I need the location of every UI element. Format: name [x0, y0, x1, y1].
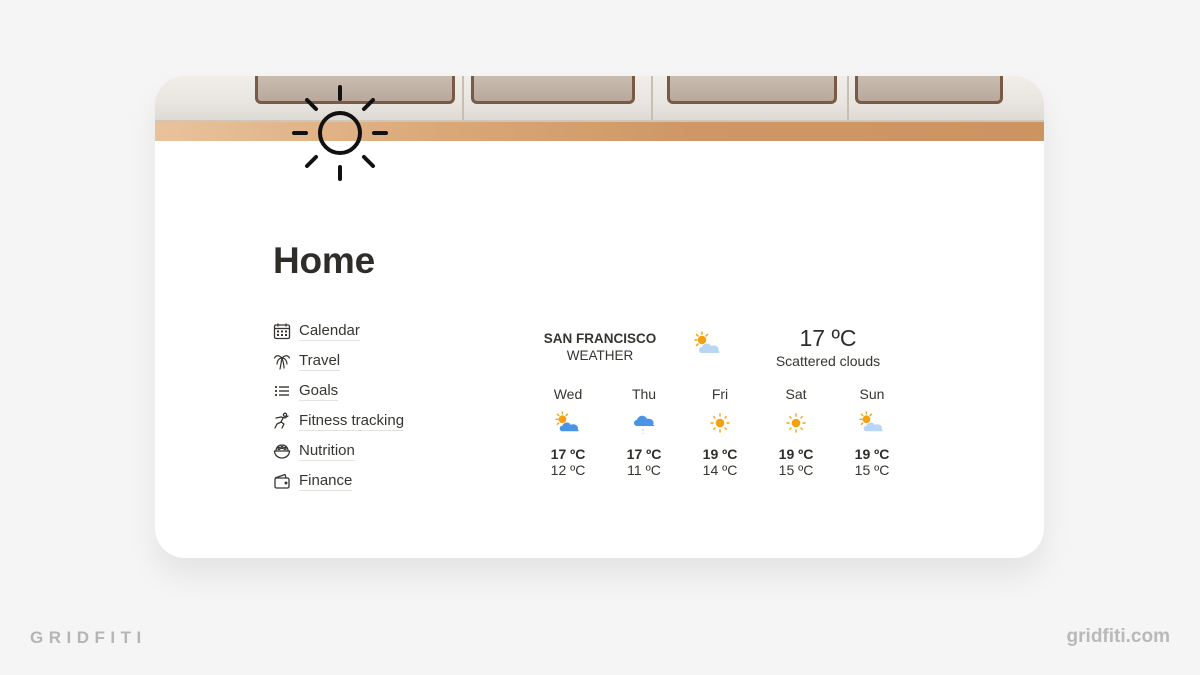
forecast-high: 17 ºC [550, 446, 586, 462]
palm-tree-icon [273, 352, 291, 370]
rain-cloud-icon [634, 415, 655, 434]
forecast-high: 19 ºC [854, 446, 890, 462]
forecast-day: Fri 19 ºC 14 ºC [682, 384, 758, 478]
forecast-low: 15 ºC [854, 462, 890, 478]
page-title: Home [273, 240, 375, 281]
forecast-day-name: Sun [859, 386, 885, 402]
current-desc: Scattered clouds [775, 353, 881, 369]
weather-city: SAN FRANCISCO [543, 331, 657, 346]
cover-van-window [471, 76, 635, 104]
forecast-day: Thu 17 ºC 11 ºC [606, 384, 682, 478]
partly-cloudy-light-icon [859, 411, 883, 432]
forecast-day: Wed 17 ºC 12 ºC [530, 384, 606, 478]
nav-item-travel[interactable]: Travel [273, 346, 404, 376]
current-temp: 17 ºC [799, 325, 857, 351]
cover-van-window [667, 76, 837, 104]
brand-logo-text: GRIDFITI [30, 628, 147, 647]
nav-item-label[interactable]: Calendar [299, 321, 360, 341]
forecast-low: 12 ºC [550, 462, 586, 478]
forecast-day-name: Fri [711, 386, 729, 402]
sun-icon [710, 413, 730, 433]
runner-icon [273, 412, 291, 430]
nav-item-label[interactable]: Fitness tracking [299, 411, 405, 431]
notion-page-card: Home Calendar Travel Goals Fitness track… [155, 76, 1044, 558]
nav-links: Calendar Travel Goals Fitness tracking N… [273, 316, 405, 496]
salad-bowl-icon [273, 442, 291, 460]
forecast-high: 19 ºC [702, 446, 738, 462]
calendar-icon [273, 322, 291, 340]
partly-cloudy-icon [694, 331, 720, 353]
nav-item-calendar[interactable]: Calendar [273, 316, 404, 346]
forecast-day-name: Sat [785, 386, 807, 402]
nav-item-finance[interactable]: Finance [273, 466, 404, 496]
nav-item-label[interactable]: Travel [299, 351, 341, 371]
weather-location: SAN FRANCISCO WEATHER [530, 330, 670, 364]
nav-item-nutrition[interactable]: Nutrition [273, 436, 404, 466]
forecast-day-name: Wed [553, 386, 583, 402]
forecast-high: 17 ºC [626, 446, 662, 462]
brand-url: gridfiti.com [1066, 626, 1170, 647]
partly-cloudy-icon [555, 411, 579, 432]
sun-icon [786, 413, 806, 433]
forecast-row: Wed 17 ºC 12 ºC Thu 17 ºC 11 ºC Fri 19 º… [530, 384, 910, 478]
forecast-day: Sun 19 ºC 15 ºC [834, 384, 910, 478]
forecast-high: 19 ºC [778, 446, 814, 462]
nav-item-goals[interactable]: Goals [273, 376, 404, 406]
nav-item-label[interactable]: Finance [299, 471, 353, 491]
forecast-day: Sat 19 ºC 15 ºC [758, 384, 834, 478]
cover-van-window [855, 76, 1003, 104]
forecast-low: 11 ºC [627, 462, 661, 478]
forecast-day-name: Thu [631, 386, 657, 402]
sun-icon[interactable] [288, 81, 392, 185]
nav-item-label[interactable]: Nutrition [299, 441, 355, 461]
wallet-icon [273, 472, 291, 490]
forecast-low: 15 ºC [778, 462, 814, 478]
nav-item-label[interactable]: Goals [299, 381, 339, 401]
list-icon [273, 382, 291, 400]
forecast-low: 14 ºC [702, 462, 738, 478]
weather-subtitle: WEATHER [566, 348, 634, 363]
current-weather: 17 ºC Scattered clouds [758, 324, 898, 370]
nav-item-fitness-tracking[interactable]: Fitness tracking [273, 406, 405, 436]
